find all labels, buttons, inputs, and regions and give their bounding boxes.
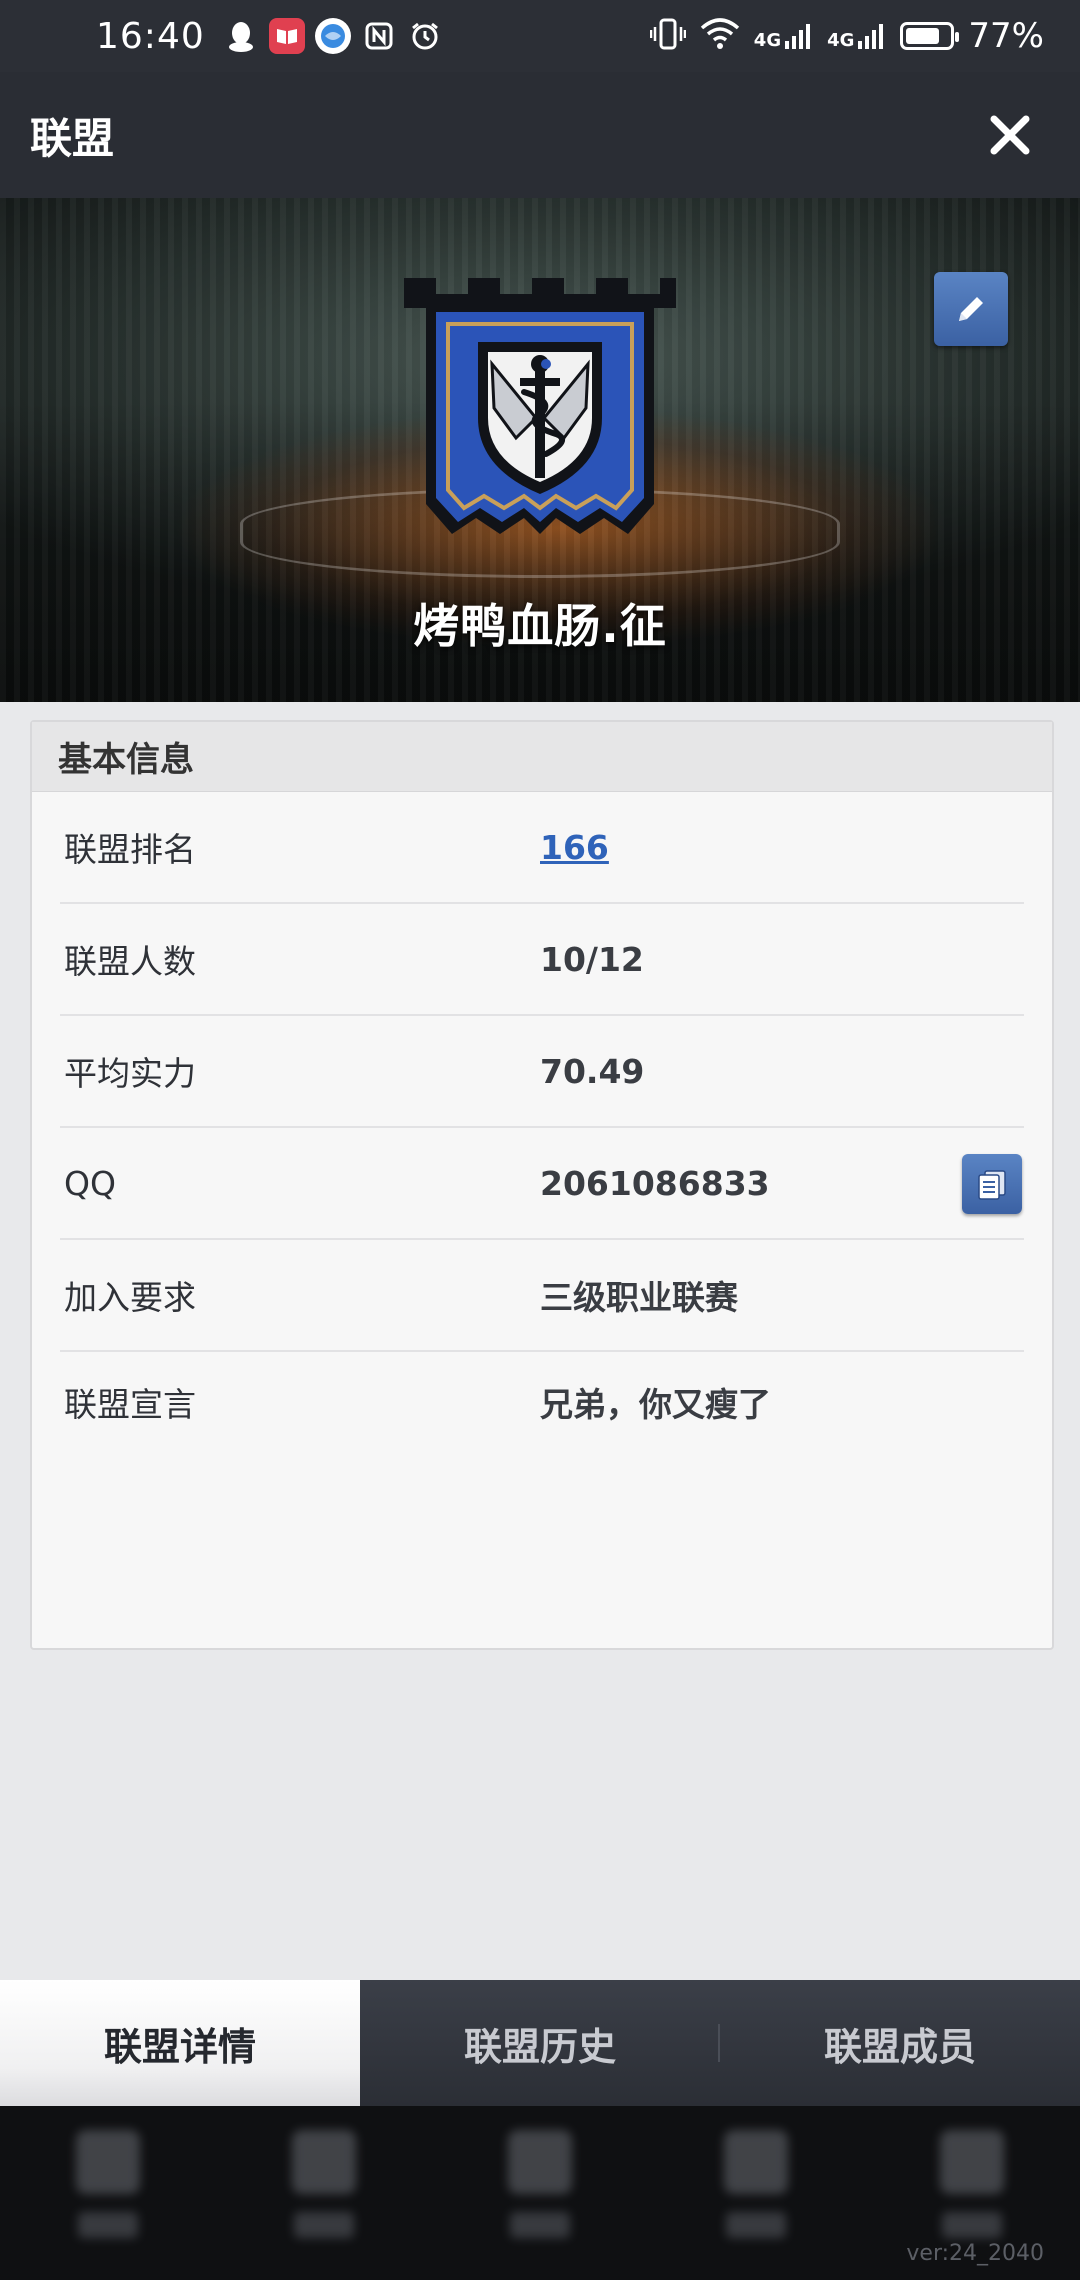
row-label: 平均实力 (64, 1054, 196, 1093)
rank-link[interactable]: 166 (540, 828, 609, 867)
wifi-icon (700, 18, 740, 54)
network-type-1: 4G (753, 30, 782, 51)
tab-label: 联盟历史 (463, 2024, 616, 2069)
info-row-members: 联盟人数 10/12 (60, 904, 1024, 1016)
alliance-tabs: 联盟详情 联盟历史 联盟成员 (0, 1980, 1080, 2106)
row-value: 10/12 (540, 939, 644, 979)
app-header: 联盟 (0, 72, 1080, 198)
bottom-navigation-blurred: ver:24_2040 (0, 2106, 1080, 2280)
pencil-icon (959, 297, 983, 321)
browser-app-icon (314, 18, 351, 54)
info-row-requirement: 加入要求 三级职业联赛 (60, 1240, 1024, 1352)
page-title: 联盟 (30, 113, 115, 163)
tab-alliance-details[interactable]: 联盟详情 (0, 1980, 360, 2106)
alarm-icon (407, 18, 443, 54)
info-row-qq: QQ 2061086833 (60, 1128, 1024, 1240)
qq-number: 2061086833 (540, 1163, 770, 1203)
signal-1-icon: 4G (754, 21, 813, 51)
section-title: 基本信息 (32, 722, 1052, 792)
nav-item-placeholder (292, 2130, 356, 2238)
row-value: 三级职业联赛 (540, 1278, 738, 1317)
row-label: 联盟人数 (64, 942, 196, 981)
row-label: 加入要求 (64, 1278, 196, 1317)
info-row-average-strength: 平均实力 70.49 (60, 1016, 1024, 1128)
nfc-icon (361, 18, 397, 54)
tab-alliance-members[interactable]: 联盟成员 (720, 1980, 1080, 2106)
tab-label: 联盟详情 (103, 2024, 256, 2069)
book-app-icon (268, 18, 305, 54)
row-label: QQ (64, 1163, 116, 1203)
declaration-text: 兄弟，你又瘦了 (540, 1385, 771, 1424)
close-button[interactable] (970, 95, 1050, 175)
signal-2-icon: 4G (827, 21, 886, 51)
alliance-emblem-icon (404, 278, 676, 534)
close-icon (990, 115, 1030, 155)
tab-label: 联盟成员 (823, 2024, 976, 2069)
edit-button[interactable] (934, 272, 1008, 346)
row-value: 70.49 (540, 1051, 645, 1091)
network-type-2: 4G (827, 30, 855, 51)
nav-item-placeholder (508, 2130, 572, 2238)
battery-icon (900, 22, 960, 50)
battery-percent: 77% (968, 16, 1044, 56)
nav-item-placeholder (724, 2130, 788, 2238)
vibrate-icon (649, 17, 687, 55)
copy-qq-button[interactable] (962, 1154, 1022, 1214)
row-label: 联盟排名 (64, 830, 196, 869)
basic-info-panel: 基本信息 联盟排名 166 联盟人数 10/12 平均实力 70.49 QQ 2… (30, 720, 1054, 1650)
nav-item-placeholder (940, 2130, 1004, 2238)
nav-item-placeholder (76, 2130, 140, 2238)
status-time: 16:40 (96, 15, 205, 57)
alliance-banner: 烤鸭血肠.征 (0, 198, 1080, 702)
row-label: 联盟宣言 (64, 1385, 196, 1424)
notification-icons (223, 18, 443, 54)
alliance-name: 烤鸭血肠.征 (413, 599, 667, 653)
version-label: ver:24_2040 (906, 2241, 1044, 2266)
tab-alliance-history[interactable]: 联盟历史 (360, 1980, 720, 2106)
qq-icon (223, 18, 259, 54)
status-bar: 16:40 4G 4G 77% (0, 0, 1080, 72)
copy-icon (978, 1170, 1006, 1200)
info-row-rank: 联盟排名 166 (60, 792, 1024, 904)
info-row-declaration: 联盟宣言 兄弟，你又瘦了 (60, 1352, 1024, 1464)
